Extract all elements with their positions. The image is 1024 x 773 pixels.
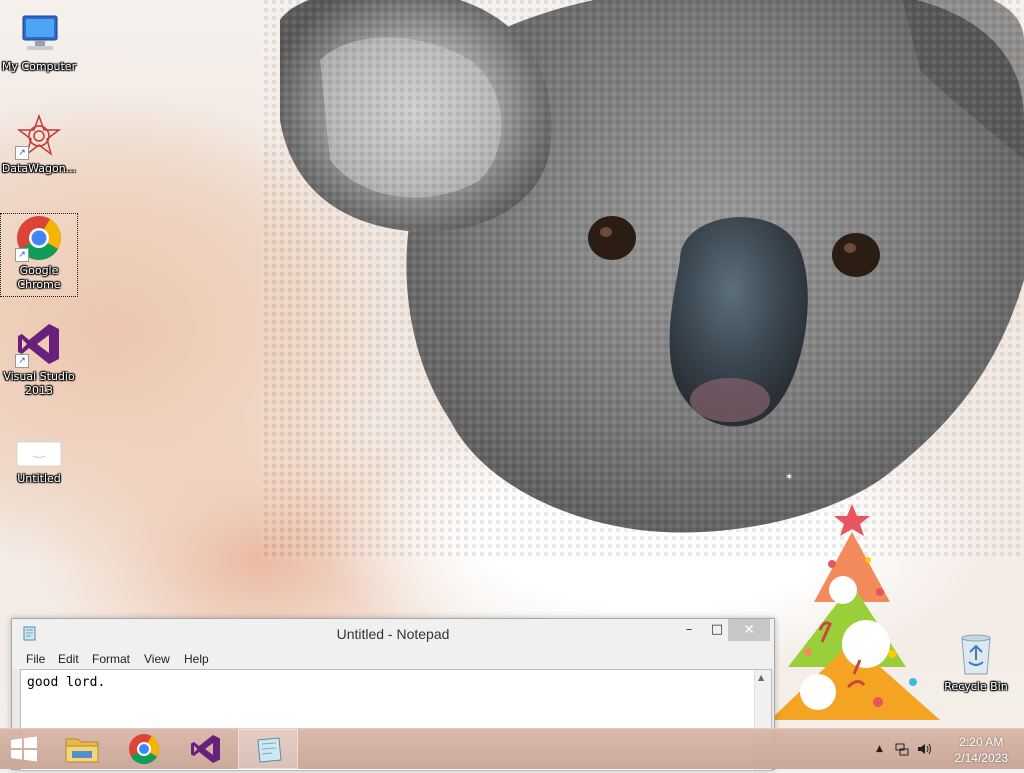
menu-view[interactable]: View — [144, 652, 170, 666]
menu-file[interactable]: File — [26, 652, 45, 666]
clock[interactable]: 2:20 AM 2/14/2023 — [955, 734, 1008, 766]
notepad-title: Untitled - Notepad — [336, 626, 450, 642]
desktop-icon-my-computer[interactable]: My Computer — [1, 10, 77, 74]
system-tray: ▲ 2:20 AM 2/14/2023 — [864, 729, 1024, 769]
desktop-icon-visual-studio[interactable]: ↗ Visual Studio 2013 — [1, 320, 77, 398]
desktop-icon-label: DataWagon... — [1, 162, 77, 175]
text-file-icon — [15, 436, 63, 470]
recycle-bin-icon — [952, 630, 1000, 678]
close-button[interactable]: ✕ — [728, 619, 770, 641]
visual-studio-icon — [191, 735, 220, 763]
desktop-icon-label: My Computer — [1, 60, 77, 73]
clock-time: 2:20 AM — [959, 735, 1004, 749]
shortcut-arrow-icon: ↗ — [15, 248, 29, 262]
folder-icon — [65, 738, 99, 763]
menu-help[interactable]: Help — [184, 652, 209, 666]
computer-icon — [15, 10, 63, 58]
menu-format[interactable]: Format — [92, 652, 130, 666]
christmas-tree-gadget — [770, 504, 940, 720]
desktop-icon-datawagon[interactable]: ↗ DataWagon... — [1, 112, 77, 176]
windows-logo-icon — [11, 736, 37, 762]
menu-edit[interactable]: Edit — [58, 652, 79, 666]
notepad-title-bar[interactable]: Untitled - Notepad – □ ✕ — [12, 619, 774, 649]
shortcut-arrow-icon: ↗ — [15, 354, 29, 368]
desktop-icon-label: Google Chrome — [17, 264, 61, 291]
chrome-icon: ↗ — [15, 214, 63, 262]
desktop-icon-label: Visual Studio 2013 — [3, 370, 75, 397]
clock-date: 2/14/2023 — [954, 751, 1008, 765]
desktop-icon-google-chrome[interactable]: ↗ Google Chrome — [0, 213, 78, 297]
datawagon-icon: ↗ — [15, 112, 63, 160]
desktop-icon-recycle-bin[interactable]: Recycle Bin — [938, 630, 1014, 694]
visual-studio-icon: ↗ — [15, 320, 63, 368]
taskbar-notepad[interactable] — [238, 729, 298, 769]
sparkle-icon: ✶ — [785, 472, 793, 483]
notepad-icon — [257, 737, 282, 763]
shortcut-arrow-icon: ↗ — [15, 146, 29, 160]
taskbar-google-chrome[interactable] — [114, 729, 174, 769]
notepad-content[interactable]: good lord. — [27, 675, 105, 690]
taskbar-visual-studio[interactable] — [176, 729, 236, 769]
taskbar-file-explorer[interactable] — [52, 729, 112, 769]
taskbar: ▲ 2:20 AM 2/14/2023 — [0, 728, 1024, 769]
koala-image: ✶ — [260, 0, 1024, 560]
desktop-icon-untitled[interactable]: Untitled — [1, 436, 77, 486]
desktop-icon-label: Recycle Bin — [944, 680, 1008, 693]
network-icon[interactable] — [894, 741, 910, 760]
start-button[interactable] — [0, 729, 48, 769]
chrome-icon — [129, 734, 160, 765]
scroll-up-icon[interactable]: ▲ — [758, 673, 764, 682]
notepad-menu-bar: File Edit Format View Help — [12, 649, 774, 669]
volume-icon[interactable] — [916, 741, 932, 760]
minimize-button[interactable]: – — [674, 619, 704, 641]
desktop-icon-label: Untitled — [17, 472, 61, 485]
show-hidden-icons-icon[interactable]: ▲ — [876, 744, 883, 754]
